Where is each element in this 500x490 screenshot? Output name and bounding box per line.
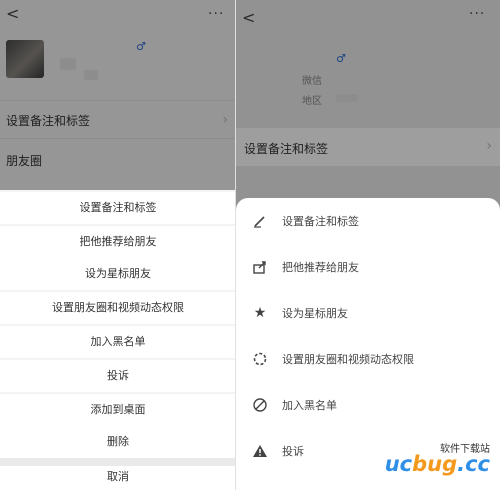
watermark-brand: ucbug.cc — [385, 452, 490, 476]
right-screen: < ··· ♂ 微信 地区 设置备注和标签 › 设置备注和标签 把他推荐给朋友 … — [236, 0, 500, 490]
sheet-item-star[interactable]: ★ 设为星标朋友 — [236, 290, 500, 336]
sheet-item-label: 设置朋友圈和视频动态权限 — [282, 353, 414, 366]
brand-part: bug — [412, 452, 458, 476]
left-screen: < ··· ♂ 设置备注和标签 › 朋友圈 设置备注和标签 把他推荐给朋友 设为… — [0, 0, 236, 490]
sheet-item-label: 把他推荐给朋友 — [282, 261, 359, 274]
sheet-item-recommend[interactable]: 把他推荐给朋友 — [236, 244, 500, 290]
brand-part: .cc — [457, 452, 490, 476]
sheet-item-label: 加入黑名单 — [282, 399, 337, 412]
star-icon: ★ — [253, 305, 267, 321]
sheet-item-permission[interactable]: 设置朋友圈和视频动态权限 — [236, 336, 500, 382]
moments-icon — [250, 349, 270, 369]
sheet-item-block[interactable]: 加入黑名单 — [236, 382, 500, 428]
sheet-item-desktop[interactable]: 添加到桌面 — [0, 394, 236, 426]
sheet-item-recommend[interactable]: 把他推荐给朋友 — [0, 226, 236, 258]
sheet-item-permission[interactable]: 设置朋友圈和视频动态权限 — [0, 292, 236, 324]
sheet-item-block[interactable]: 加入黑名单 — [0, 326, 236, 358]
block-icon — [250, 395, 270, 415]
pencil-icon — [250, 211, 270, 231]
sheet-item-delete[interactable]: 删除 — [0, 426, 236, 458]
sheet-item-label: 设为星标朋友 — [282, 307, 348, 320]
action-sheet: 设置备注和标签 把他推荐给朋友 设为星标朋友 设置朋友圈和视频动态权限 加入黑名… — [0, 190, 236, 490]
sheet-item-label: 设置备注和标签 — [282, 215, 359, 228]
brand-part: uc — [384, 452, 413, 476]
sheet-item-report[interactable]: 投诉 — [0, 360, 236, 392]
sheet-gap — [0, 458, 236, 466]
share-icon — [250, 257, 270, 277]
sheet-item-remark[interactable]: 设置备注和标签 — [0, 192, 236, 224]
sheet-item-remark[interactable]: 设置备注和标签 — [236, 198, 500, 244]
warning-icon — [250, 441, 270, 461]
cancel-button[interactable]: 取消 — [0, 466, 236, 490]
watermark-logo: 软件下载站 ucbug.cc — [384, 440, 494, 478]
sheet-item-label: 投诉 — [282, 445, 304, 458]
sheet-item-star[interactable]: 设为星标朋友 — [0, 258, 236, 290]
